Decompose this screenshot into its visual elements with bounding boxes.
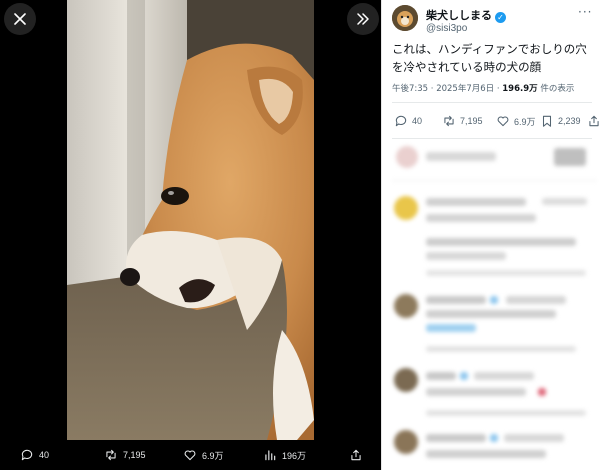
reply-avatar xyxy=(394,294,418,318)
reply-avatar xyxy=(394,368,418,392)
tweet-timestamp[interactable]: 午後7:35 · 2025年7月6日 · xyxy=(392,84,502,94)
like-button[interactable]: 6.9万 xyxy=(496,108,536,134)
expand-panel-button[interactable] xyxy=(347,3,379,35)
reply-line xyxy=(426,270,586,276)
reply-line xyxy=(554,148,586,166)
reply-line xyxy=(426,434,486,442)
reply-line xyxy=(426,388,526,396)
tweet-text: これは、ハンディファンでおしりの穴を冷やされている時の犬の顔 xyxy=(392,42,587,74)
double-chevron-right-icon xyxy=(357,13,369,25)
reply-line xyxy=(426,198,526,206)
tweet-stats-bar: 40 7,195 6.9万 2,239 xyxy=(392,108,600,134)
reply-line xyxy=(426,252,506,260)
reply-line xyxy=(538,388,546,396)
verified-badge-icon: ✓ xyxy=(495,12,506,23)
viewer-share-button[interactable] xyxy=(349,440,363,470)
viewer-views-button[interactable]: 196万 xyxy=(263,440,306,470)
reply-line xyxy=(426,324,476,332)
close-button[interactable] xyxy=(4,3,36,35)
viewer-like-count: 6.9万 xyxy=(202,450,224,461)
viewer-view-count: 196万 xyxy=(282,450,307,461)
reply-line xyxy=(474,372,534,380)
retweet-button[interactable]: 7,195 xyxy=(442,108,483,134)
reply-line xyxy=(542,198,587,205)
share-button[interactable] xyxy=(587,108,600,134)
reply-count: 40 xyxy=(412,116,423,126)
viewer-like-button[interactable]: 6.9万 xyxy=(183,440,224,470)
heart-icon xyxy=(184,450,196,461)
reply-line xyxy=(460,372,468,380)
tweet-view-label: 件の表示 xyxy=(537,84,575,94)
reply-line xyxy=(504,434,564,442)
author-name-row[interactable]: 柴犬ししまる ✓ xyxy=(426,7,506,23)
viewer-retweet-button[interactable]: 7,195 xyxy=(104,440,146,470)
reply-button[interactable]: 40 xyxy=(394,108,422,134)
reply-line xyxy=(426,450,546,458)
reply-avatar xyxy=(394,430,418,454)
divider xyxy=(392,138,592,139)
tweet-author: 柴犬ししまる ✓ @sisi3po xyxy=(392,5,592,39)
reply-line xyxy=(426,214,536,222)
bookmark-button[interactable]: 2,239 xyxy=(540,108,581,134)
reply-line xyxy=(426,152,496,161)
author-name: 柴犬ししまる xyxy=(426,9,492,22)
reply-line xyxy=(506,296,566,304)
share-icon xyxy=(351,449,361,461)
media-image[interactable] xyxy=(67,0,314,440)
reply-line xyxy=(426,238,576,246)
close-icon xyxy=(14,13,26,25)
bookmark-icon xyxy=(542,115,552,127)
like-count: 6.9万 xyxy=(514,116,536,127)
reply-icon xyxy=(395,115,407,127)
reply-icon xyxy=(21,449,33,461)
bookmark-count: 2,239 xyxy=(558,116,581,126)
reply-avatar xyxy=(396,146,418,168)
retweet-icon xyxy=(106,449,116,461)
reply-line xyxy=(426,346,576,352)
author-handle[interactable]: @sisi3po xyxy=(426,23,467,34)
reply-avatar xyxy=(394,196,418,220)
retweet-count: 7,195 xyxy=(460,116,483,126)
divider xyxy=(392,102,592,103)
more-options-icon[interactable]: ··· xyxy=(578,5,592,19)
blurred-replies xyxy=(382,140,600,470)
divider xyxy=(392,180,597,181)
reply-line xyxy=(426,310,556,318)
tweet-view-count: 196.9万 xyxy=(502,84,538,94)
viewer-reply-count: 40 xyxy=(39,450,50,460)
avatar[interactable] xyxy=(392,5,418,31)
heart-icon xyxy=(497,116,509,127)
reply-line xyxy=(490,434,498,442)
tweet-detail-pane: 柴犬ししまる ✓ @sisi3po ··· これは、ハンディファンでおしりの穴を冷… xyxy=(381,0,600,470)
share-icon xyxy=(589,115,599,127)
retweet-icon xyxy=(444,115,454,127)
reply-line xyxy=(426,296,486,304)
reply-line xyxy=(426,372,456,380)
viewer-reply-button[interactable]: 40 xyxy=(20,440,49,470)
reply-line xyxy=(490,296,498,304)
viewer-retweet-count: 7,195 xyxy=(123,450,146,460)
reply-line xyxy=(426,410,586,416)
media-viewer: 40 7,195 6.9万 196万 xyxy=(0,0,381,470)
bar-chart-icon xyxy=(265,450,276,461)
tweet-meta: 午後7:35 · 2025年7月6日 · 196.9万 件の表示 xyxy=(392,82,574,94)
viewer-action-bar: 40 7,195 6.9万 196万 xyxy=(0,440,381,470)
avatar-image xyxy=(392,5,418,31)
shiba-dog-photo xyxy=(67,0,314,440)
